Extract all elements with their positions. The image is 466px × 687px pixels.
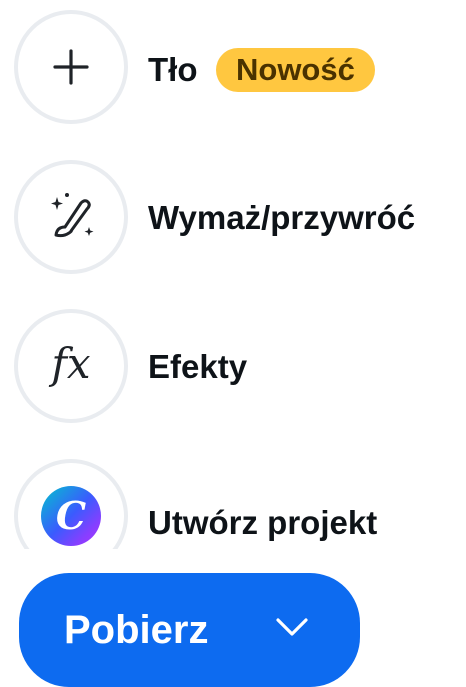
plus-icon (53, 49, 89, 85)
menu-item-erase-restore[interactable]: Wymaż/przywróć (0, 152, 466, 282)
magic-brush-icon-button[interactable] (14, 160, 128, 274)
menu-item-label: Efekty (148, 348, 248, 385)
menu-item-label: Wymaż/przywróć (148, 199, 416, 236)
menu-item-effects[interactable]: fx Efekty (0, 301, 466, 431)
menu-item-background[interactable]: Tło Nowość (0, 2, 466, 132)
canva-logo-letter: C (55, 493, 87, 538)
canva-logo-icon: C (41, 486, 101, 546)
menu-item-label: Tło (148, 51, 198, 88)
chevron-down-icon (276, 618, 308, 636)
plus-icon-button[interactable] (14, 10, 128, 124)
new-badge: Nowość (216, 48, 375, 92)
menu-item-create-design[interactable]: C Utwórz projekt (0, 451, 466, 549)
menu-item-label: Utwórz projekt (148, 504, 378, 541)
side-menu: Tło Nowość Wymaż/przywróć fx Efekty C Ut… (0, 0, 466, 549)
download-label: Pobierz (64, 608, 209, 652)
download-button[interactable]: Pobierz (19, 573, 360, 687)
fx-icon-button[interactable]: fx (14, 309, 128, 423)
fx-icon: fx (51, 339, 91, 388)
magic-brush-icon (51, 193, 94, 238)
canva-logo-button[interactable]: C (14, 459, 128, 549)
